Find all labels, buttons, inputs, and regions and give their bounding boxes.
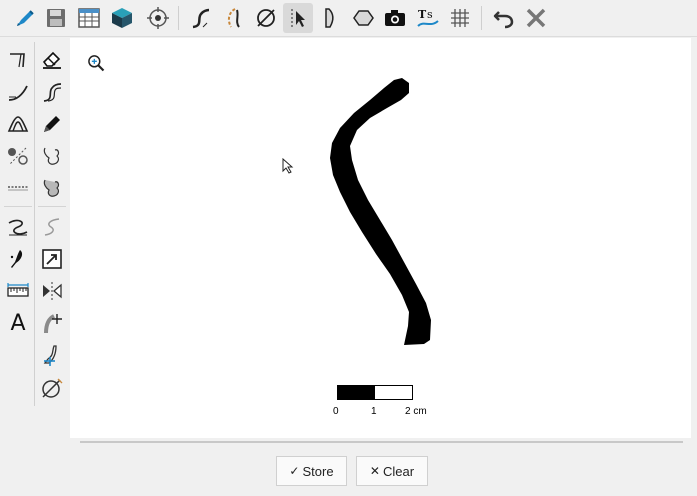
store-label: Store <box>302 463 334 479</box>
horizontal-scrollbar[interactable] <box>80 441 683 443</box>
scale-label-0: 0 <box>333 406 339 417</box>
mouse-cursor-icon <box>282 158 294 174</box>
clear-button[interactable]: ✕ Clear <box>356 456 428 486</box>
scale-label-2: 2 cm <box>405 406 427 417</box>
clear-x-icon: ✕ <box>369 464 380 478</box>
store-button[interactable]: ✓ Store <box>276 456 347 486</box>
clear-label: Clear <box>382 463 415 479</box>
scale-bar <box>337 385 413 400</box>
scale-label-1: 1 <box>371 406 377 417</box>
check-icon: ✓ <box>289 464 300 478</box>
drawn-profile-stroke <box>330 78 431 345</box>
scale-bar-fill <box>338 386 375 399</box>
